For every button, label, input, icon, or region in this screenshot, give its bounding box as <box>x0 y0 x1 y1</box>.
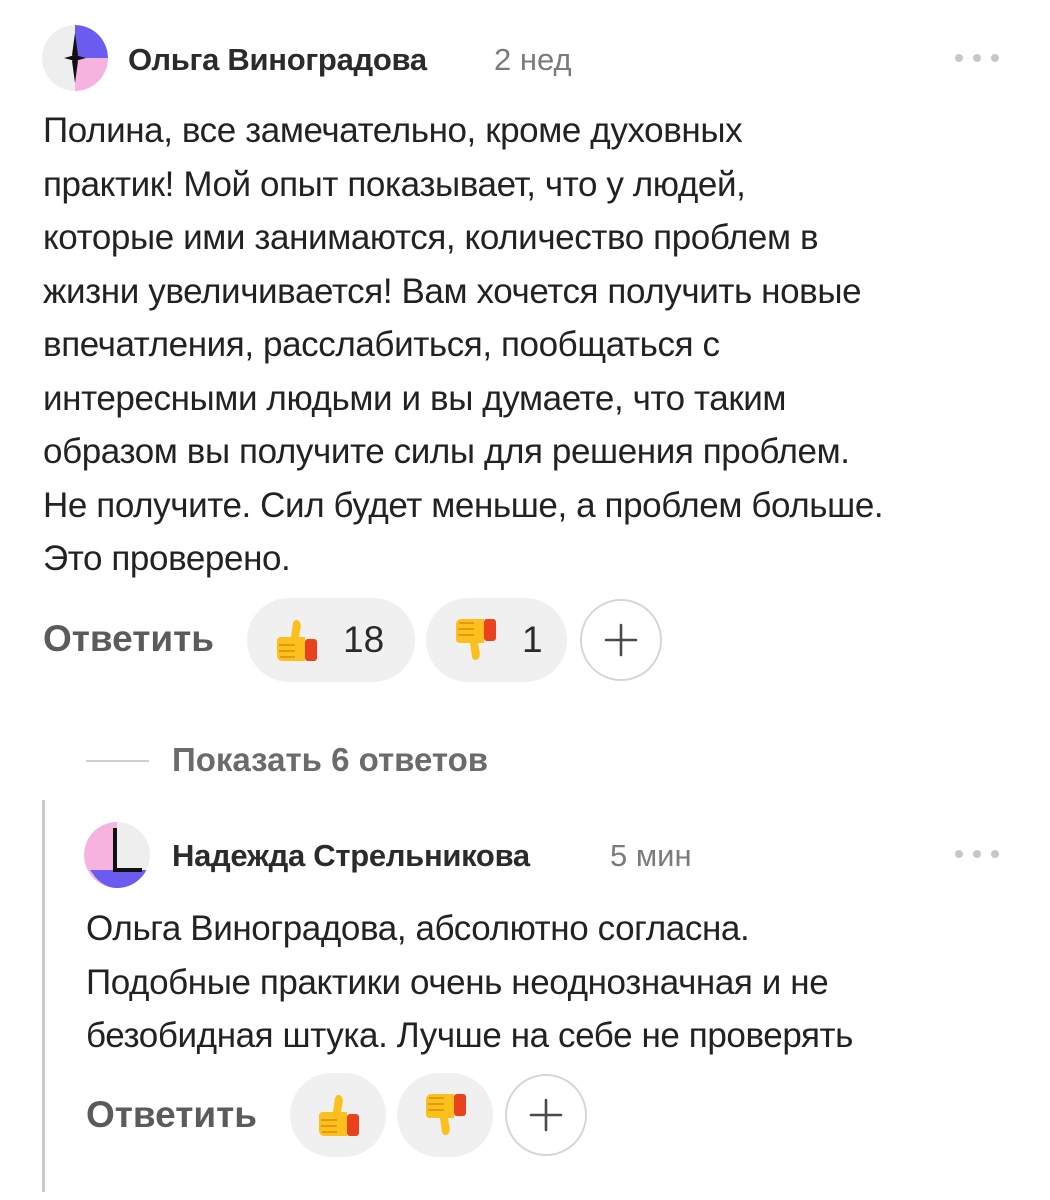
comment-text-line: впечатления, расслабиться, пообщаться с <box>43 325 720 364</box>
author-name[interactable]: Надежда Стрельникова <box>172 838 530 874</box>
plus-icon <box>604 623 638 657</box>
dislike-count: 1 <box>522 619 543 660</box>
reply-button[interactable]: Ответить <box>86 1094 257 1136</box>
comment-text-line: образом вы получите силы для решения про… <box>43 432 850 471</box>
like-button[interactable]: 18 <box>247 598 415 682</box>
avatar-image <box>42 25 108 91</box>
comment-text-line: которые ими занимаются, количество пробл… <box>43 218 819 257</box>
thumbs-down-icon <box>456 619 496 661</box>
comment-text-line: интересными людьми и вы думаете, что так… <box>43 378 787 418</box>
avatar-image <box>84 822 150 888</box>
timestamp: 5 мин <box>610 838 692 873</box>
more-dots-icon[interactable] <box>955 847 999 861</box>
like-count: 18 <box>343 619 385 660</box>
avatar[interactable] <box>42 25 108 91</box>
plus-icon <box>529 1098 563 1132</box>
author-name[interactable]: Ольга Виноградова <box>128 42 427 78</box>
dislike-button[interactable]: 1 <box>426 598 567 682</box>
dislike-button[interactable] <box>397 1073 493 1157</box>
add-reaction-button[interactable] <box>580 599 662 681</box>
comment-text-line: жизни увеличивается! Вам хочется получит… <box>43 271 862 311</box>
reply-button[interactable]: Ответить <box>43 618 214 660</box>
avatar[interactable] <box>84 822 150 888</box>
thumbs-up-icon <box>277 619 317 661</box>
comment-text-line: безобидная штука. Лучше на себе не прове… <box>86 1016 854 1055</box>
thumbs-down-icon <box>426 1094 466 1136</box>
like-button[interactable] <box>290 1073 386 1157</box>
add-reaction-button[interactable] <box>505 1074 587 1156</box>
show-replies-button[interactable]: Показать 6 ответов <box>172 741 488 779</box>
comment-text-line: Подобные практики очень неоднозначная и … <box>86 962 829 1002</box>
comment-text: Полина, все замечательно, кроме духовных… <box>43 104 884 586</box>
comment-text-line: Полина, все замечательно, кроме духовных <box>43 111 743 150</box>
comment-text-line: Ольга Виноградова, абсолютно согласна. <box>86 909 750 948</box>
divider <box>86 760 149 762</box>
thumbs-up-icon <box>319 1094 359 1136</box>
comment-text-line: Не получите. Сил будет меньше, а проблем… <box>43 485 884 525</box>
comment-text: Ольга Виноградова, абсолютно согласна. П… <box>86 902 853 1063</box>
timestamp: 2 нед <box>494 42 572 77</box>
comment-text-line: Это проверено. <box>43 539 291 578</box>
more-dots-icon[interactable] <box>955 51 999 65</box>
thread-line <box>42 800 45 1192</box>
comment-text-line: практик! Мой опыт показывает, что у люде… <box>43 164 746 204</box>
